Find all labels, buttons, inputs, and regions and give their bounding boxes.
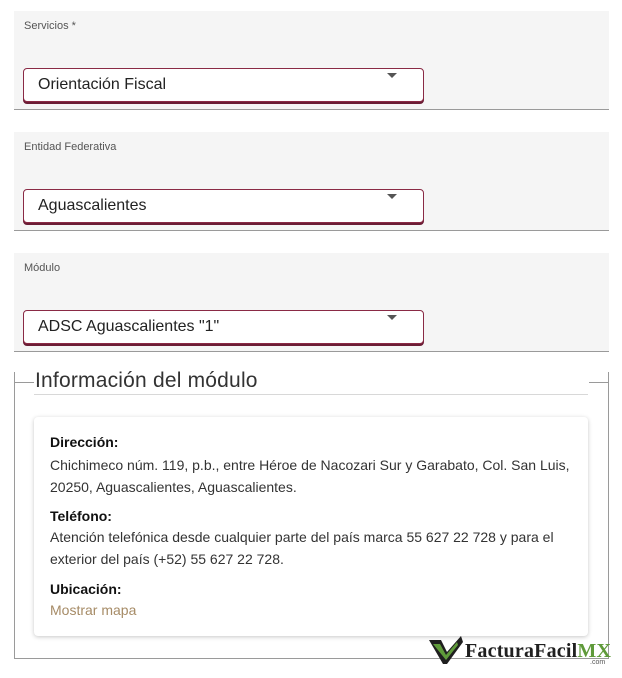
mostrar-mapa-link[interactable]: Mostrar mapa [50, 602, 136, 618]
chevron-down-icon[interactable] [387, 73, 397, 78]
servicios-select[interactable]: Orientación Fiscal [23, 68, 424, 102]
facturafacil-logo: FacturaFacilMX .com [427, 636, 617, 666]
chevron-down-icon[interactable] [387, 315, 397, 320]
entidad-select[interactable]: Aguascalientes [23, 189, 424, 223]
info-title: Información del módulo [35, 369, 258, 392]
modulo-select[interactable]: ADSC Aguascalientes "1" [23, 310, 424, 344]
servicios-select-value: Orientación Fiscal [38, 76, 167, 93]
ubicacion-heading: Ubicación: [50, 581, 122, 597]
modulo-label: Módulo [24, 262, 61, 274]
logo-domain: .com [590, 659, 606, 666]
telefono-text: Atención telefónica desde cualquier part… [50, 529, 554, 567]
modulo-select-value: ADSC Aguascalientes "1" [38, 318, 220, 335]
entidad-label: Entidad Federativa [24, 141, 117, 153]
logo-brand: FacturaFacil [465, 640, 578, 662]
direccion-heading: Dirección: [50, 434, 119, 450]
info-title-divider [34, 394, 588, 395]
info-card: Dirección: Chichimeco núm. 119, p.b., en… [34, 417, 588, 636]
servicios-label: Servicios * [24, 20, 76, 32]
modulo-field: Módulo ADSC Aguascalientes "1" [14, 253, 609, 352]
telefono-heading: Teléfono: [50, 508, 112, 524]
checkmark-logo-icon [429, 636, 463, 664]
direccion-text: Chichimeco núm. 119, p.b., entre Héroe d… [50, 457, 570, 495]
servicios-field: Servicios * Orientación Fiscal [14, 11, 609, 110]
chevron-down-icon[interactable] [387, 194, 397, 199]
entidad-select-value: Aguascalientes [38, 197, 147, 214]
entidad-field: Entidad Federativa Aguascalientes [14, 132, 609, 231]
